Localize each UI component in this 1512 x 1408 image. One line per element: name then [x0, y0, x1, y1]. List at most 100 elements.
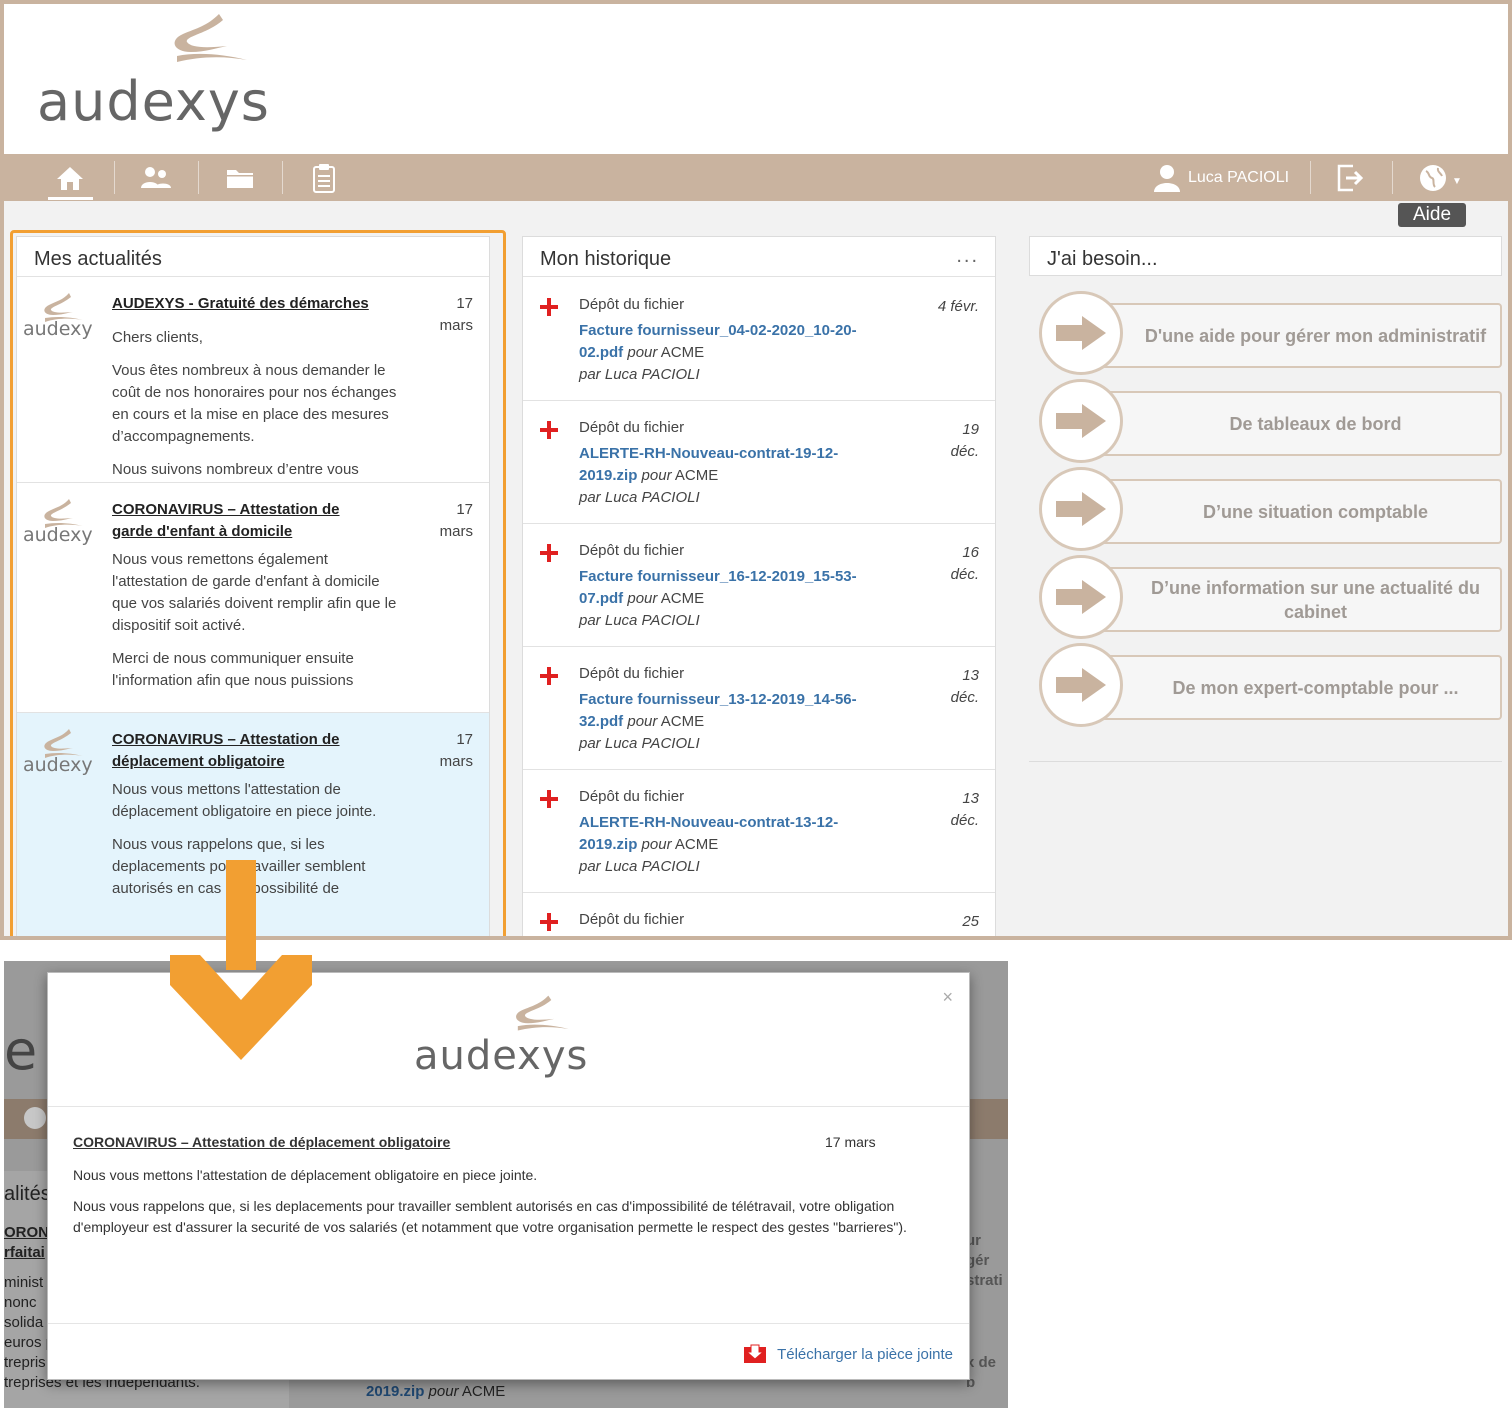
add-file-icon [540, 913, 558, 931]
history-file: Facture fournisseur_04-02-2020_10-20-02.… [579, 320, 879, 364]
nav-clients-tab[interactable] [114, 154, 198, 201]
history-client: ACME [660, 713, 705, 730]
nav-tasks-tab[interactable] [282, 154, 366, 201]
help-language-button[interactable]: ▼ [1398, 154, 1482, 201]
logo-text: audexys [37, 70, 270, 133]
close-icon[interactable]: × [942, 987, 953, 1008]
arrow-right-icon [1039, 379, 1123, 463]
need-label: D'une aide pour gérer mon administratif [1099, 303, 1502, 368]
file-link[interactable]: Facture fournisseur_04-02-2020_10-20-02.… [579, 322, 857, 361]
background-title-fragment: alités [4, 1183, 51, 1205]
history-item: Dépôt du fichier ALERTE-RH-Nouveau-contra… [523, 401, 995, 524]
history-author: par Luca PACIOLI [579, 489, 700, 506]
audexys-logo-icon: audexys [23, 293, 103, 340]
file-link[interactable]: Facture fournisseur_13-12-2019_14-56-32.… [579, 691, 857, 730]
history-action: Dépôt du fichier [579, 911, 685, 928]
history-item: Dépôt du fichier Facture fournisseur_13-1… [523, 647, 995, 770]
svg-text:audexys: audexys [23, 524, 93, 546]
history-item: Dépôt du fichier Facture fournisseur_16-1… [523, 524, 995, 647]
history-action: Dépôt du fichier [579, 542, 685, 559]
news-title-link[interactable]: CORONAVIRUS – Attestation de garde d'enf… [112, 499, 382, 543]
news-item[interactable]: audexys AUDEXYS - Gratuité des démarches 1… [17, 277, 489, 483]
user-menu[interactable]: Luca PACIOLI [1152, 154, 1289, 201]
news-date: 17 mars [439, 295, 473, 334]
user-name: Luca PACIOLI [1188, 168, 1290, 186]
news-paragraph: Nous suivons nombreux d’entre vous [112, 461, 359, 478]
history-file: Facture fournisseur_16-12-2019_15-53-07.… [579, 566, 879, 610]
history-pour: pour [641, 836, 672, 853]
brand-logo[interactable]: audexys [37, 12, 270, 142]
history-title-text: Mon historique [540, 248, 672, 270]
svg-text:audexys: audexys [23, 754, 93, 776]
arrow-down-icon [170, 860, 312, 1060]
navbar: Luca PACIOLI ▼ [4, 154, 1508, 201]
history-pour: pour [641, 467, 672, 484]
history-author: par Luca PACIOLI [579, 366, 700, 383]
download-attachment-link[interactable]: Télécharger la pièce jointe [743, 1344, 953, 1364]
modal-date: 17 mars [825, 1134, 876, 1150]
history-author: par Luca PACIOLI [579, 858, 700, 875]
background-client: ACME [461, 1383, 506, 1400]
need-label: D’une situation comptable [1099, 479, 1502, 544]
history-client: ACME [674, 836, 719, 853]
news-paragraph: Nous vous mettons l'attestation de dépla… [112, 781, 377, 820]
history-client: ACME [660, 344, 705, 361]
background-pour: pour [428, 1383, 459, 1400]
need-option[interactable]: D’une situation comptable [1039, 467, 1502, 553]
news-excerpt: Nous vous remettons également l'attestat… [112, 549, 402, 703]
news-title-link[interactable]: AUDEXYS - Gratuité des démarches [112, 293, 382, 315]
news-item[interactable]: audexys CORONAVIRUS – Attestation de gard… [17, 483, 489, 713]
need-label: De tableaux de bord [1099, 391, 1502, 456]
nav-separator [1392, 161, 1393, 194]
header: audexys [4, 4, 1508, 154]
need-option[interactable]: D'une aide pour gérer mon administratif [1039, 291, 1502, 377]
history-date: 13 déc. [950, 667, 979, 706]
history-client: ACME [674, 467, 719, 484]
history-panel: Mon historique ... Dépôt du fichier Factu… [522, 236, 996, 936]
nav-folders-tab[interactable] [198, 154, 282, 201]
logo-swoosh-icon [174, 14, 247, 62]
logout-icon [1337, 164, 1364, 191]
background-history-fragment: 2019.zip pour ACME [366, 1383, 505, 1400]
home-icon [57, 166, 83, 190]
modal-paragraph: Nous vous mettons l'attestation de dépla… [73, 1167, 538, 1183]
need-option[interactable]: De mon expert-comptable pour ... [1039, 643, 1502, 729]
globe-icon [1420, 164, 1447, 191]
need-option[interactable]: D’une information sur une actualité du c… [1039, 555, 1502, 641]
news-title-link[interactable]: CORONAVIRUS – Attestation de déplacement… [112, 729, 382, 773]
background-fragment: x de b [966, 1354, 997, 1391]
user-icon [1154, 164, 1180, 192]
modal-footer: Télécharger la pièce jointe [48, 1323, 969, 1381]
add-file-icon [540, 544, 558, 562]
download-label: Télécharger la pièce jointe [777, 1345, 953, 1363]
history-action: Dépôt du fichier [579, 665, 685, 682]
history-action: Dépôt du fichier [579, 296, 685, 313]
file-link[interactable]: Facture fournisseur_16-12-2019_15-53-07.… [579, 568, 857, 607]
need-option[interactable]: De tableaux de bord [1039, 379, 1502, 465]
history-date: 16 déc. [950, 544, 979, 583]
news-paragraph: Vous êtes nombreux à nous demander le co… [112, 362, 397, 445]
more-menu-icon[interactable]: ... [956, 245, 979, 268]
history-panel-title: Mon historique ... [523, 237, 995, 277]
news-excerpt: Chers clients, Vous êtes nombreux à nous … [112, 327, 402, 482]
history-author: par Luca PACIOLI [579, 612, 700, 629]
history-action: Dépôt du fichier [579, 788, 685, 805]
history-item: Dépôt du fichier 25 [523, 893, 995, 936]
logout-button[interactable] [1308, 154, 1392, 201]
news-paragraph: Nous vous remettons également l'attestat… [112, 551, 397, 634]
history-author: par Luca PACIOLI [579, 735, 700, 752]
news-date: 17 mars [439, 501, 473, 540]
folder-icon [227, 169, 253, 188]
audexys-logo-icon: audexys [23, 499, 103, 546]
nav-home-tab[interactable] [28, 154, 112, 201]
news-panel: Mes actualités audexys AUDEXYS - Gratuité… [16, 236, 490, 936]
history-date: 4 févr. [937, 298, 979, 315]
arrow-right-icon [1039, 291, 1123, 375]
background-fragment: strati [966, 1272, 1003, 1289]
needs-divider [1029, 761, 1502, 762]
background-file-link: 2019.zip [366, 1383, 425, 1400]
history-date: 19 déc. [950, 421, 979, 460]
needs-panel-title: J'ai besoin... [1047, 248, 1158, 270]
history-date: 13 déc. [950, 790, 979, 829]
history-item: Dépôt du fichier Facture fournisseur_04-0… [523, 278, 995, 401]
